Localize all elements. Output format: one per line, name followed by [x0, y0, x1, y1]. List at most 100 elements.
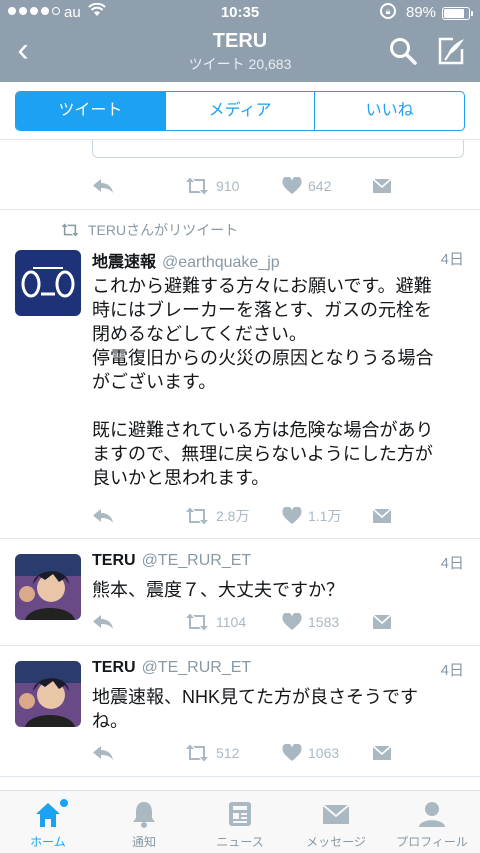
like-count: 1583: [308, 614, 340, 630]
retweet-icon: [186, 613, 208, 631]
like-button[interactable]: 642: [282, 174, 331, 198]
retweet-icon: [186, 744, 208, 762]
tweet-header: TERU @TE_RUR_ET 4日: [92, 659, 464, 683]
tweet-text-line: ますので、無理に戻らないようにした方が: [92, 444, 433, 464]
direct-message-icon[interactable]: [372, 174, 392, 198]
tweet-text-line: 停電復旧からの火災の原因となりうる場合: [92, 348, 434, 368]
tweet-text-line: ね。: [92, 711, 128, 731]
segmented-control: ツイート メディア いいね: [15, 91, 465, 131]
tab-profile[interactable]: プロフィール: [384, 791, 480, 853]
tweet-author-handle[interactable]: @TE_RUR_ET: [142, 659, 252, 676]
like-button[interactable]: 1583: [282, 610, 339, 634]
tab-label: 通知: [131, 835, 156, 849]
tweet-text-line: がございます。: [92, 372, 217, 392]
news-icon: [224, 799, 256, 829]
divider: [0, 538, 480, 539]
tweet-text-line: 閉めるなどしてください。: [92, 324, 307, 344]
retweet-icon: [61, 223, 79, 237]
tweet-action-bar: 2.8万 1.1万: [92, 504, 392, 528]
retweet-button[interactable]: 910: [184, 174, 239, 198]
search-icon[interactable]: [388, 36, 418, 66]
tweet-author-handle[interactable]: @earthquake_jp: [162, 254, 280, 271]
heart-icon: [282, 507, 302, 524]
new-content-indicator: [60, 799, 68, 807]
tweet-header: 地震速報 @earthquake_jp 4日: [92, 248, 464, 272]
tab-label: メッセージ: [306, 835, 366, 849]
tweet-text-line: 既に避難されている方は危険な場合があり: [92, 420, 434, 440]
like-count: 1063: [308, 745, 340, 761]
retweet-count: 1104: [216, 614, 247, 630]
heart-icon: [282, 177, 302, 194]
direct-message-icon[interactable]: [372, 741, 392, 765]
reply-icon[interactable]: [92, 741, 114, 765]
tweet-text-line: 地震速報、NHK見てた方が良さそうです: [92, 687, 419, 707]
tweet-header: TERU @TE_RUR_ET 4日: [92, 552, 464, 576]
bottom-tab-bar: ホーム 通知 ニュース メッセージ プロフィール: [0, 790, 480, 853]
battery-icon: [442, 7, 473, 20]
tab-label: ニュース: [216, 835, 264, 849]
quoted-tweet-card[interactable]: [92, 140, 464, 158]
tweet-author-name[interactable]: 地震速報: [92, 254, 156, 271]
tweet-text: これから避難する方々にお願いです。避難 時にはブレーカーを落とす、ガスの元栓を …: [92, 274, 464, 490]
retweet-count: 512: [216, 745, 240, 761]
tweet[interactable]: 地震速報 @earthquake_jp 4日 これから避難する方々にお願いです。避…: [0, 248, 480, 538]
like-button[interactable]: 1063: [282, 741, 339, 765]
heart-icon: [282, 613, 302, 630]
bell-icon: [128, 799, 160, 829]
tab-notifications[interactable]: 通知: [96, 791, 192, 853]
retweet-count: 2.8万: [216, 508, 250, 524]
reply-icon[interactable]: [92, 174, 114, 198]
avatar[interactable]: [15, 661, 81, 727]
divider: [0, 209, 480, 210]
tweet-author-name[interactable]: TERU: [92, 552, 136, 569]
direct-message-icon[interactable]: [372, 610, 392, 634]
tab-news[interactable]: ニュース: [192, 791, 288, 853]
person-icon: [416, 799, 448, 829]
direct-message-icon[interactable]: [372, 504, 392, 528]
tweet-text-line: これから避難する方々にお願いです。避難: [92, 276, 432, 296]
tweet-author-name[interactable]: TERU: [92, 659, 136, 676]
avatar[interactable]: [15, 250, 81, 316]
heart-icon: [282, 744, 302, 761]
tab-messages[interactable]: メッセージ: [288, 791, 384, 853]
tweet-text: 地震速報、NHK見てた方が良さそうです ね。: [92, 685, 464, 733]
retweet-button[interactable]: 512: [184, 741, 239, 765]
tweet-timeline[interactable]: 910 642 TERUさんがリツイート 地震速報 @earthquake_jp …: [0, 140, 480, 790]
navigation-header: au 10:35 🔒︎ 89% ‹ TERU ツイート 20,683: [0, 0, 480, 82]
tweet-text-line: 熊本、震度７、大丈夫ですか？: [92, 580, 344, 600]
tweet-action-bar: 910 642: [92, 174, 392, 198]
tweet-text-line: 良いかと思われます。: [92, 468, 270, 488]
profile-tabs-bar: ツイート メディア いいね: [0, 82, 480, 140]
retweet-context: TERUさんがリツイート: [60, 220, 238, 240]
like-count: 642: [308, 178, 332, 194]
tweet-action-bar: 512 1063: [92, 741, 392, 765]
divider: [0, 645, 480, 646]
rotation-lock-icon: 🔒︎: [380, 3, 396, 19]
reply-icon[interactable]: [92, 504, 114, 528]
retweet-count: 910: [216, 178, 240, 194]
tweet-text-line: 時にはブレーカーを落とす、ガスの元栓を: [92, 300, 433, 320]
retweet-button[interactable]: 2.8万: [184, 504, 249, 528]
envelope-icon: [320, 799, 352, 829]
avatar[interactable]: [15, 554, 81, 620]
tab-media[interactable]: メディア: [166, 92, 316, 130]
battery-percent: 89%: [406, 4, 437, 21]
reply-icon[interactable]: [92, 610, 114, 634]
tweet-author-handle[interactable]: @TE_RUR_ET: [142, 552, 252, 569]
retweet-icon: [186, 507, 208, 525]
status-bar: au 10:35 🔒︎ 89%: [0, 0, 480, 26]
tweet-text-line: [92, 394, 464, 418]
retweet-context-text: TERUさんがリツイート: [88, 222, 239, 238]
tweet-timestamp: 4日: [440, 251, 464, 268]
tab-tweets[interactable]: ツイート: [16, 92, 166, 130]
tab-likes[interactable]: いいね: [315, 92, 464, 130]
compose-tweet-icon[interactable]: [436, 36, 466, 66]
divider: [0, 776, 480, 777]
like-button[interactable]: 1.1万: [282, 504, 341, 528]
retweet-icon: [186, 177, 208, 195]
tweet-timestamp: 4日: [440, 662, 464, 679]
tweet-text: 熊本、震度７、大丈夫ですか？: [92, 578, 464, 602]
tab-home[interactable]: ホーム: [0, 791, 96, 853]
retweet-button[interactable]: 1104: [184, 610, 246, 634]
tab-label: プロフィール: [396, 835, 468, 849]
